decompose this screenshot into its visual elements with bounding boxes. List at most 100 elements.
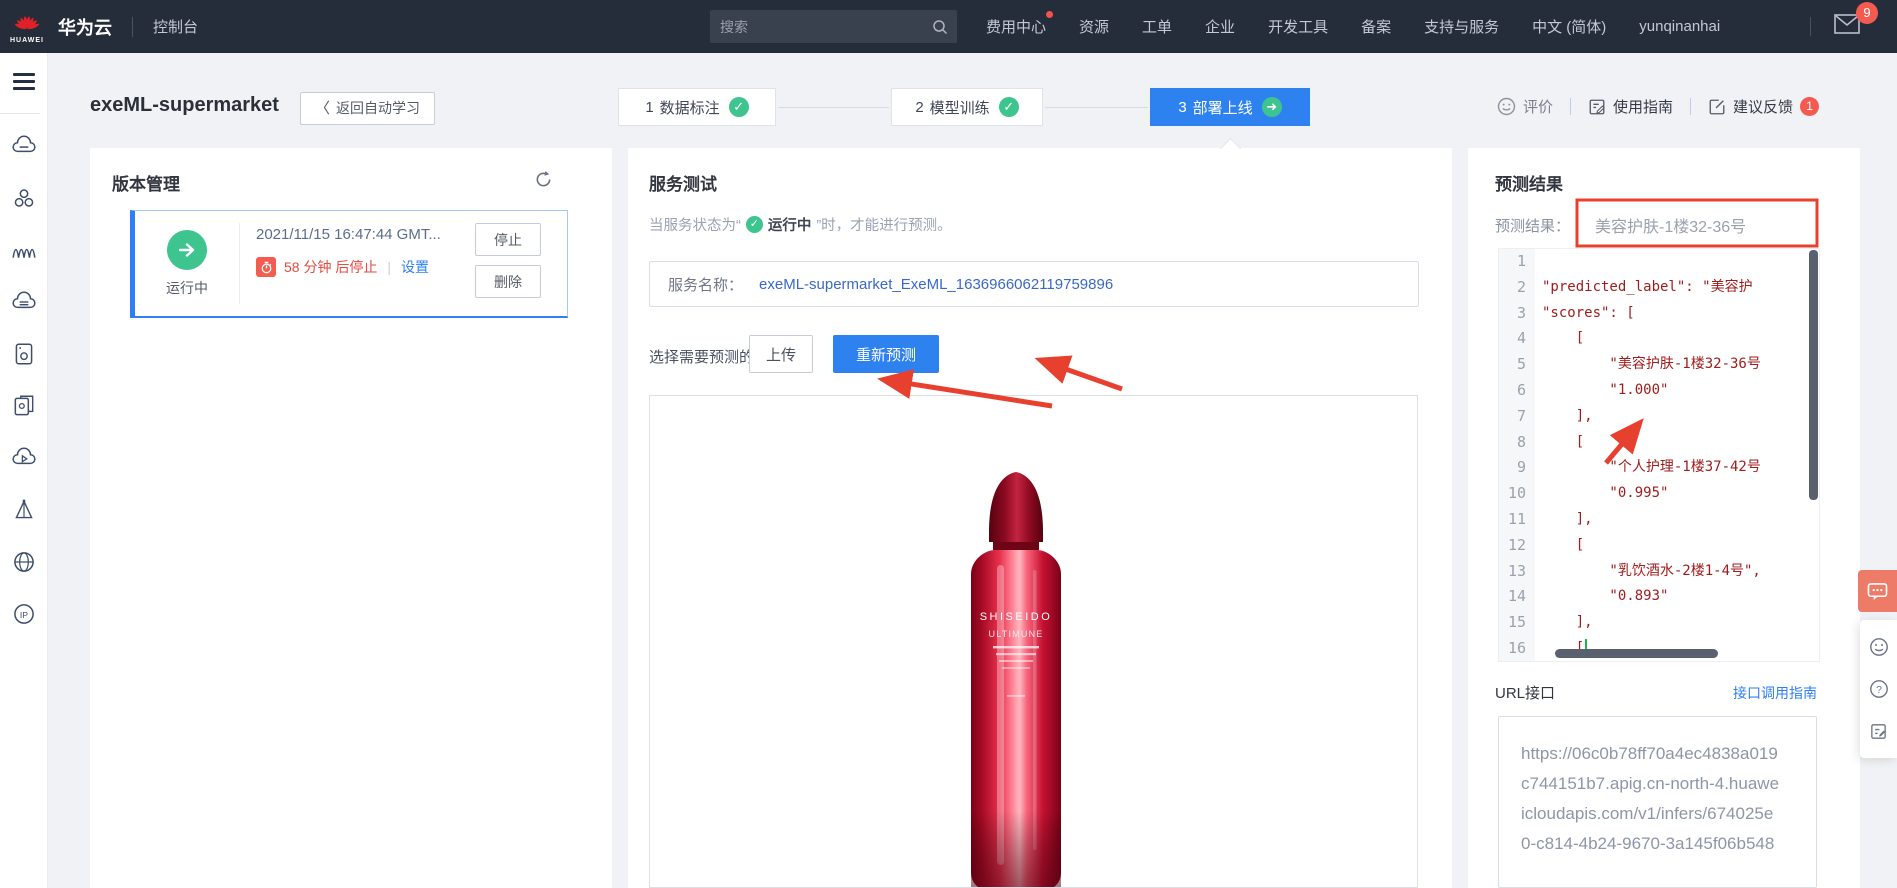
result-panel-title: 预测结果	[1495, 175, 1563, 194]
stop-button[interactable]: 停止	[475, 223, 541, 256]
version-card[interactable]: 运行中 2021/11/15 16:47:44 GMT... 58 分钟 后停止…	[130, 210, 568, 318]
settings-link[interactable]: 设置	[401, 257, 429, 277]
url-api-label: URL接口	[1495, 685, 1556, 702]
line-number: 13	[1499, 558, 1535, 585]
rail-items: IP	[0, 133, 48, 627]
repredict-button[interactable]: 重新预测	[833, 335, 939, 373]
version-timestamp: 2021/11/15 16:47:44 GMT...	[256, 226, 441, 243]
nav-item-资源[interactable]: 资源	[1079, 16, 1109, 37]
rail-divider	[0, 113, 40, 114]
nav-item-工单[interactable]: 工单	[1142, 16, 1172, 37]
delete-button[interactable]: 删除	[475, 265, 541, 298]
ip-icon[interactable]: IP	[11, 601, 37, 627]
version-panel: 版本管理 运行中 2021/11/15 16:47:44 GMT... 58 分…	[90, 148, 612, 888]
nav-item-yunqinanhai[interactable]: yunqinanhai	[1639, 18, 1720, 35]
code-text: "美容护肤-1楼32-36号	[1542, 356, 1761, 373]
version-status: 运行中	[166, 279, 208, 296]
step-deploy[interactable]: 3 部署上线 ➜	[1150, 88, 1310, 126]
cluster-icon[interactable]	[11, 185, 37, 211]
prediction-json-viewer: 1 2 "predicted_label": "美容护 3 "scores": [4 […	[1498, 248, 1820, 662]
waves-icon[interactable]	[11, 237, 37, 263]
svg-text:?: ?	[1876, 684, 1882, 696]
service-test-panel: 服务测试 当服务状态为“ ✓ 运行中 ”时，才能进行预测。 服务名称： exeM…	[628, 148, 1452, 888]
nav-item-企业[interactable]: 企业	[1205, 16, 1235, 37]
api-url-box: https://06c0b78ff70a4ec4838a019 c744151b7…	[1498, 716, 1817, 888]
feedback-icon	[1709, 99, 1725, 114]
code-line: 13 "乳饮酒水-2楼1-4号",	[1499, 558, 1819, 585]
code-text: "0.893"	[1542, 588, 1669, 605]
code-text: [	[1542, 536, 1585, 553]
chat-bubble-icon	[1867, 582, 1888, 600]
version-panel-title: 版本管理	[112, 175, 180, 194]
search-icon[interactable]	[932, 19, 948, 35]
app-window: HUAWEI 华为云 控制台 费用中心 资源 工单 企业 开发工具 备案 支持与服务 中文 (…	[0, 0, 1897, 888]
nav-item-支持与服务[interactable]: 支持与服务	[1424, 16, 1499, 37]
help-toolbar: ?	[1860, 620, 1897, 758]
code-line: 6 "1.000"	[1499, 377, 1819, 404]
cloud-db-icon[interactable]	[11, 289, 37, 315]
header-divider	[1690, 98, 1692, 115]
service-name-value[interactable]: exeML-supermarket_ExeML_1636966062119759…	[759, 276, 1113, 293]
nav-item-中文 (简体)[interactable]: 中文 (简体)	[1532, 16, 1606, 37]
result-label: 预测结果：	[1495, 218, 1571, 235]
code-line: 15 ],	[1499, 610, 1819, 636]
code-line: 4 [	[1499, 326, 1819, 353]
header-divider	[1570, 98, 1572, 115]
service-status-hint: 当服务状态为“ ✓ 运行中 ”时，才能进行预测。	[649, 216, 952, 234]
survey-button[interactable]	[1860, 710, 1897, 752]
nav-item-备案[interactable]: 备案	[1361, 16, 1391, 37]
vector-icon[interactable]	[11, 497, 37, 523]
code-text: ],	[1542, 614, 1593, 631]
search-box[interactable]	[710, 10, 957, 43]
check-icon: ✓	[745, 216, 763, 233]
help-button[interactable]: ?	[1860, 668, 1897, 710]
line-number: 14	[1499, 584, 1535, 611]
live-chat-button[interactable]	[1858, 570, 1897, 612]
server-icon[interactable]	[11, 341, 37, 367]
service-name-box: 服务名称： exeML-supermarket_ExeML_1636966062…	[649, 261, 1419, 307]
brand-name[interactable]: 华为云	[58, 14, 112, 40]
copy-docs-icon[interactable]	[11, 393, 37, 419]
timer-icon	[256, 257, 276, 277]
messages-button[interactable]: 9	[1834, 2, 1878, 39]
running-status-icon	[167, 229, 207, 270]
feedback-smiley-button[interactable]	[1860, 626, 1897, 668]
doc-edit-icon	[1871, 723, 1886, 739]
feedback-button[interactable]: 建议反馈 1	[1708, 96, 1820, 117]
step-model-train[interactable]: 2 模型训练 ✓	[891, 88, 1043, 126]
smiley-icon	[1497, 97, 1516, 116]
nav-item-费用中心[interactable]: 费用中心	[986, 11, 1054, 37]
code-line: 8 [	[1499, 429, 1819, 456]
cloud-server-icon[interactable]	[11, 133, 37, 159]
left-icon-rail: IP	[0, 53, 48, 888]
menu-icon[interactable]	[13, 73, 35, 94]
code-line: 12 [	[1499, 532, 1819, 559]
console-link[interactable]: 控制台	[153, 16, 198, 37]
cloud-media-icon[interactable]	[11, 445, 37, 471]
topbar-divider	[132, 16, 133, 37]
huawei-logo[interactable]: HUAWEI	[8, 10, 46, 44]
line-number: 11	[1499, 506, 1535, 533]
topbar-menu: 费用中心 资源 工单 企业 开发工具 备案 支持与服务 中文 (简体) yunqinanhai	[986, 0, 1720, 53]
code-text: ],	[1542, 407, 1593, 424]
rate-button[interactable]: 评价	[1497, 96, 1553, 117]
line-number: 2	[1499, 274, 1535, 301]
globe-icon[interactable]	[11, 549, 37, 575]
upload-button[interactable]: 上传	[749, 335, 813, 373]
auto-stop-countdown: 58 分钟 后停止	[284, 259, 378, 275]
line-number: 3	[1499, 300, 1535, 327]
step-data-label[interactable]: 1 数据标注 ✓	[618, 88, 776, 126]
nav-item-开发工具[interactable]: 开发工具	[1268, 16, 1328, 37]
search-input[interactable]	[710, 18, 932, 35]
vertical-scrollbar[interactable]	[1809, 250, 1818, 500]
question-icon: ?	[1869, 680, 1888, 698]
refresh-icon[interactable]	[534, 170, 553, 194]
code-text: ],	[1542, 510, 1593, 527]
code-line: 2 "predicted_label": "美容护	[1499, 274, 1819, 301]
user-guide-button[interactable]: 使用指南	[1588, 96, 1673, 117]
horizontal-scrollbar[interactable]	[1555, 649, 1718, 658]
svg-text:SHISEIDO: SHISEIDO	[980, 611, 1053, 623]
api-guide-link[interactable]: 接口调用指南	[1733, 683, 1817, 703]
back-button[interactable]: 〈返回自动学习	[300, 92, 436, 125]
